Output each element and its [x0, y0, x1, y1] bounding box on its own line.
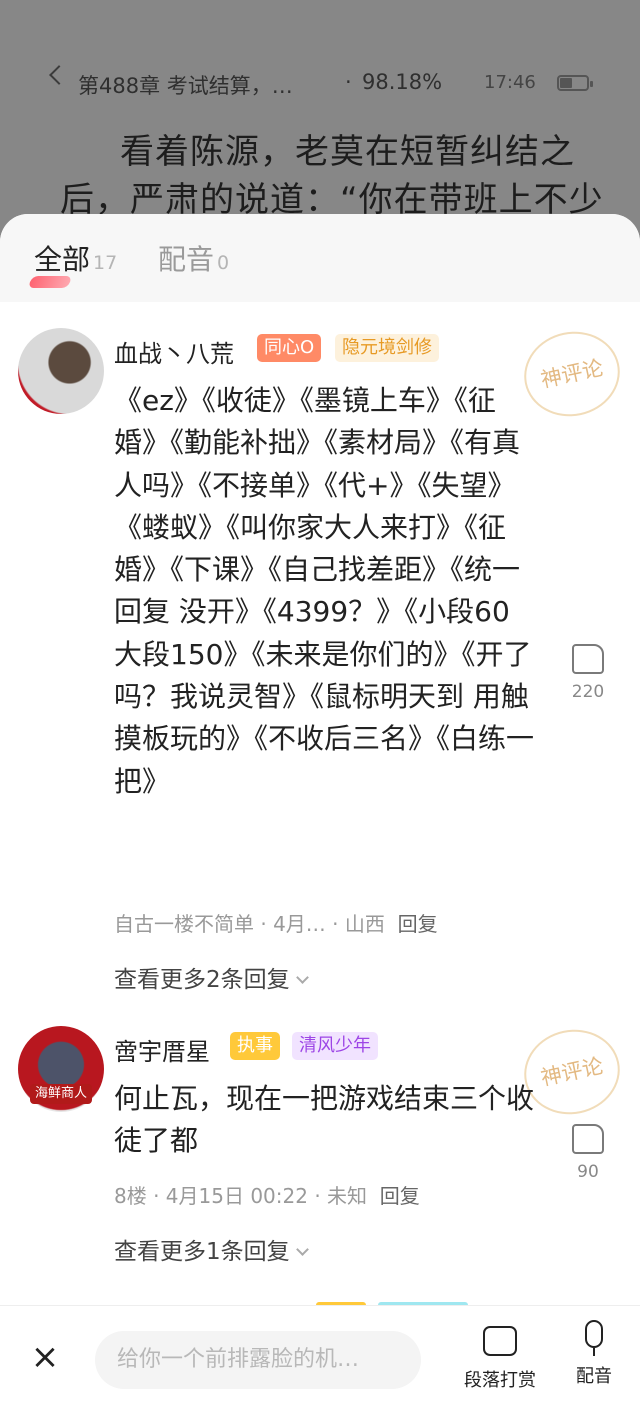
tab-dubbing[interactable]: 配音 0 — [158, 238, 229, 278]
microphone-icon — [585, 1320, 603, 1348]
fan-badge[interactable]: 同心O — [257, 334, 322, 362]
reply-button[interactable]: 回复 — [380, 1184, 420, 1208]
paragraph-tip-button[interactable]: 段落打赏 — [458, 1326, 542, 1392]
view-more-replies[interactable]: 查看更多2条回复 — [114, 960, 309, 994]
gift-icon — [483, 1326, 517, 1356]
comments-sheet: 全部 17 配音 0 血战丶八荒 同心O 隐元境剑修 神评论 《ez》《收徒》《墨镜… — [0, 214, 640, 1408]
avatar[interactable] — [18, 328, 104, 414]
thumbs-up-icon — [572, 1124, 604, 1154]
clock: 17:46 — [484, 72, 536, 93]
tab-all[interactable]: 全部 17 — [27, 238, 117, 288]
active-tab-underline — [27, 276, 73, 288]
comment-text[interactable]: 何止瓦，现在一把游戏结束三个收徒了都 — [114, 1078, 534, 1163]
like-button[interactable]: 220 — [568, 644, 608, 702]
rank-badge[interactable]: 隐元境剑修 — [335, 334, 439, 362]
chevron-down-icon — [295, 1243, 309, 1256]
reader-top-bar: 第488章 考试结算，… · 98.18% 17:46 — [0, 60, 640, 106]
like-button[interactable]: 90 — [568, 1124, 608, 1182]
thumbs-up-icon — [572, 644, 604, 674]
role-badge[interactable]: 执事 — [230, 1032, 280, 1060]
chapter-title[interactable]: 第488章 考试结算，… — [78, 70, 293, 100]
back-chevron-icon[interactable] — [49, 65, 69, 85]
chapter-body-text: 看着陈源，老莫在短暂纠结之 后，严肃的说道：“你在带班上不少 — [60, 132, 604, 220]
comment-meta: 8楼 · 4月15日 00:22 · 未知 回复 — [114, 1184, 420, 1208]
battery-icon — [557, 75, 593, 91]
comment-author[interactable]: 血战丶八荒 — [114, 334, 234, 369]
voice-button[interactable]: 配音 — [569, 1320, 619, 1388]
comment-tabs: 全部 17 配音 0 — [0, 214, 640, 302]
reply-button[interactable]: 回复 — [398, 912, 438, 936]
chevron-down-icon — [295, 971, 309, 984]
comment-meta: 自古一楼不简单 · 4月… · 山西 回复 — [114, 912, 438, 936]
reading-progress: 98.18% — [362, 70, 443, 94]
like-count: 220 — [571, 682, 605, 702]
rank-badge[interactable]: 清风少年 — [292, 1032, 378, 1060]
avatar-tag: 海鲜商人 — [30, 1084, 92, 1104]
separator-dot: · — [345, 70, 352, 94]
close-button[interactable]: × — [30, 1340, 60, 1374]
comment-text[interactable]: 《ez》《收徒》《墨镜上车》《征婚》《勤能补拙》《素材局》《有真人吗》《不接单》… — [114, 380, 534, 803]
comment-input-bar: × 给你一个前排露脸的机… 段落打赏 配音 — [0, 1305, 640, 1408]
view-more-replies[interactable]: 查看更多1条回复 — [114, 1232, 309, 1266]
like-count: 90 — [577, 1162, 599, 1182]
comment-author[interactable]: 啻宇厝星 — [114, 1032, 210, 1067]
comment-input[interactable]: 给你一个前排露脸的机… — [95, 1331, 421, 1389]
